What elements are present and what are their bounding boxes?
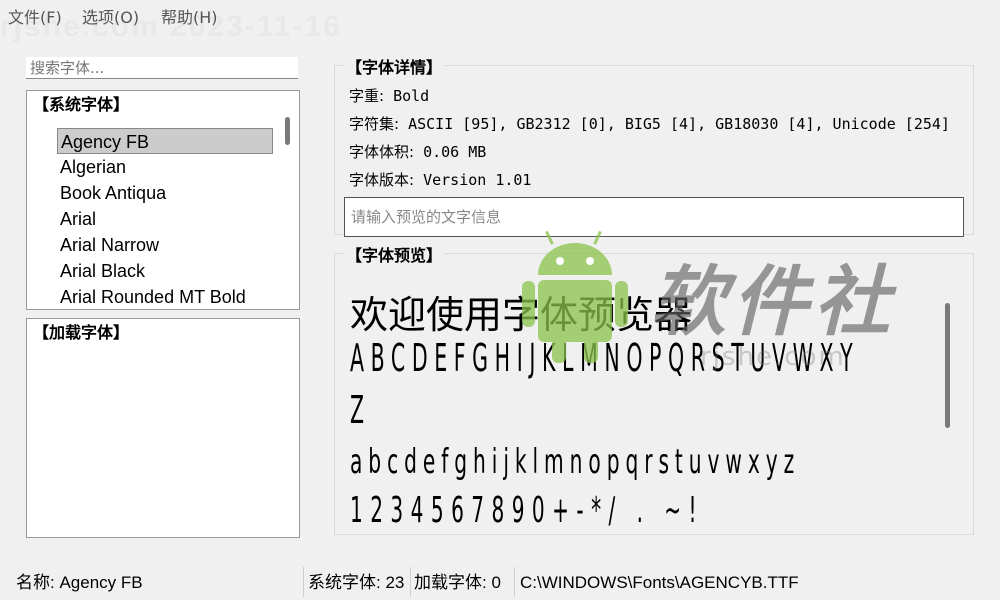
- preview-line-lowercase: abcdefghijklmnopqrstuvwxyz: [350, 442, 801, 482]
- status-font-name: 名称: Agency FB: [16, 573, 143, 592]
- preview-text-input[interactable]: [344, 197, 964, 237]
- font-item[interactable]: Algerian: [57, 154, 126, 180]
- status-separator: [410, 567, 411, 597]
- size-label: 字体体积:: [349, 143, 415, 161]
- loaded-font-header: 【加载字体】: [27, 319, 299, 347]
- size-value: 0.06 MB: [423, 143, 487, 161]
- version-value: Version 1.01: [423, 171, 532, 189]
- charset-row: 字符集: ASCII [95], GB2312 [0], BIG5 [4], G…: [349, 113, 950, 134]
- loaded-font-list[interactable]: 【加载字体】: [26, 318, 300, 538]
- version-label: 字体版本:: [349, 171, 415, 189]
- preview-line-symbols: 1234567890+-*/ . ~! @#￥: [350, 490, 704, 526]
- charset-value: ASCII [95], GB2312 [0], BIG5 [4], GB1803…: [408, 115, 950, 133]
- watermark-text: 软件社: [650, 257, 896, 346]
- system-font-header: 【系统字体】: [27, 91, 130, 119]
- menu-file[interactable]: 文件(F): [8, 4, 62, 28]
- font-item[interactable]: Arial Narrow: [57, 232, 159, 258]
- android-logo-watermark: [522, 230, 628, 363]
- font-item[interactable]: Arial Rounded MT Bold: [57, 284, 246, 310]
- status-separator: [514, 567, 515, 597]
- menu-options[interactable]: 选项(O): [82, 4, 139, 28]
- weight-label: 字重:: [349, 87, 385, 105]
- status-bar: 名称: Agency FB 系统字体: 23 加载字体: 0 C:\WINDOW…: [0, 565, 1000, 600]
- preview-line-uppercase-wrap: Z: [350, 388, 365, 432]
- menu-help[interactable]: 帮助(H): [161, 4, 218, 28]
- system-list-scrollbar[interactable]: [285, 117, 290, 145]
- weight-value: Bold: [393, 87, 430, 105]
- font-item[interactable]: Arial: [57, 206, 96, 232]
- status-loaded-count: 加载字体: 0: [414, 573, 501, 592]
- font-preview-title: 【字体预览】: [344, 242, 445, 266]
- font-details-title: 【字体详情】: [344, 54, 445, 78]
- preview-scrollbar[interactable]: [945, 303, 950, 428]
- font-item[interactable]: Agency FB: [57, 128, 273, 154]
- system-font-list[interactable]: 【系统字体】 Agency FB Algerian Book Antiqua A…: [26, 90, 300, 310]
- status-font-path: C:\WINDOWS\Fonts\AGENCYB.TTF: [520, 573, 799, 592]
- menu-bar: rjshe.com 2023-11-16 文件(F) 选项(O) 帮助(H): [0, 0, 1000, 43]
- version-row: 字体版本: Version 1.01: [349, 169, 531, 190]
- font-item[interactable]: Arial Black: [57, 258, 145, 284]
- status-separator: [303, 567, 304, 597]
- status-system-count: 系统字体: 23: [308, 573, 405, 592]
- watermark-url: rjshe.com: [700, 342, 846, 372]
- size-row: 字体体积: 0.06 MB: [349, 141, 486, 162]
- charset-label: 字符集:: [349, 115, 400, 133]
- search-input[interactable]: [26, 57, 298, 79]
- weight-row: 字重: Bold: [349, 85, 429, 106]
- font-item[interactable]: Book Antiqua: [57, 180, 166, 206]
